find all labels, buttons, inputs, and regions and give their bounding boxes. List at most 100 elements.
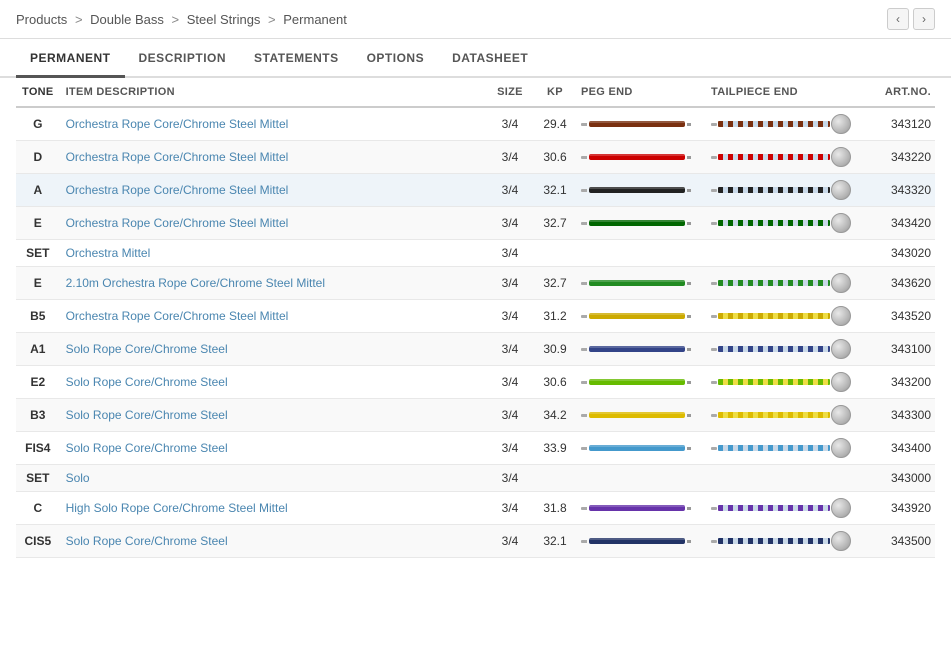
cell-tailpiece-end	[705, 207, 865, 240]
cell-description: Orchestra Rope Core/Chrome Steel Mittel	[60, 141, 485, 174]
prev-button[interactable]: ‹	[887, 8, 909, 30]
cell-tailpiece-end	[705, 366, 865, 399]
cell-description: Solo Rope Core/Chrome Steel	[60, 366, 485, 399]
table-header-row: TONE ITEM DESCRIPTION SIZE kp PEG END TA…	[16, 78, 935, 107]
next-button[interactable]: ›	[913, 8, 935, 30]
tab-permanent[interactable]: Permanent	[16, 41, 125, 78]
col-tailpiece-end: TAILPIECE END	[705, 78, 865, 107]
cell-artno: 343320	[865, 174, 935, 207]
cell-kp: 34.2	[535, 399, 575, 432]
cell-artno: 343020	[865, 240, 935, 267]
cell-tone: A	[16, 174, 60, 207]
cell-tailpiece-end	[705, 492, 865, 525]
table-row: A Orchestra Rope Core/Chrome Steel Mitte…	[16, 174, 935, 207]
cell-peg-end	[575, 366, 705, 399]
cell-tailpiece-end	[705, 141, 865, 174]
cell-size: 3/4	[485, 240, 535, 267]
breadcrumb-sep-1: >	[75, 12, 86, 27]
cell-description: Solo Rope Core/Chrome Steel	[60, 333, 485, 366]
products-table-container: TONE ITEM DESCRIPTION SIZE kp PEG END TA…	[0, 78, 951, 574]
cell-kp: 31.2	[535, 300, 575, 333]
breadcrumb-bar: Products > Double Bass > Steel Strings >…	[0, 0, 951, 39]
cell-tone: B3	[16, 399, 60, 432]
cell-peg-end	[575, 174, 705, 207]
cell-tone: D	[16, 141, 60, 174]
cell-kp: 30.9	[535, 333, 575, 366]
breadcrumb: Products > Double Bass > Steel Strings >…	[16, 12, 347, 27]
cell-description: 2.10m Orchestra Rope Core/Chrome Steel M…	[60, 267, 485, 300]
cell-size: 3/4	[485, 492, 535, 525]
cell-tone: SET	[16, 465, 60, 492]
cell-description: Orchestra Rope Core/Chrome Steel Mittel	[60, 207, 485, 240]
cell-peg-end	[575, 492, 705, 525]
breadcrumb-products[interactable]: Products	[16, 12, 67, 27]
cell-tailpiece-end	[705, 107, 865, 141]
breadcrumb-sep-2: >	[172, 12, 183, 27]
cell-size: 3/4	[485, 465, 535, 492]
cell-artno: 343500	[865, 525, 935, 558]
cell-tailpiece-end	[705, 174, 865, 207]
table-row: C High Solo Rope Core/Chrome Steel Mitte…	[16, 492, 935, 525]
cell-artno: 343920	[865, 492, 935, 525]
table-row: SET Orchestra Mittel 3/4 343020	[16, 240, 935, 267]
tab-description[interactable]: Description	[125, 41, 241, 78]
tabs-bar: Permanent Description Statements Options…	[0, 41, 951, 78]
cell-description: Orchestra Rope Core/Chrome Steel Mittel	[60, 174, 485, 207]
cell-tone: E	[16, 267, 60, 300]
cell-size: 3/4	[485, 300, 535, 333]
cell-peg-end	[575, 141, 705, 174]
cell-peg-end	[575, 333, 705, 366]
cell-tone: E	[16, 207, 60, 240]
breadcrumb-doublebass[interactable]: Double Bass	[90, 12, 164, 27]
cell-peg-end	[575, 267, 705, 300]
breadcrumb-sep-3: >	[268, 12, 279, 27]
breadcrumb-steelstrings[interactable]: Steel Strings	[187, 12, 261, 27]
cell-kp: 30.6	[535, 366, 575, 399]
cell-kp: 32.7	[535, 207, 575, 240]
cell-description: High Solo Rope Core/Chrome Steel Mittel	[60, 492, 485, 525]
col-tone: TONE	[16, 78, 60, 107]
cell-size: 3/4	[485, 333, 535, 366]
cell-size: 3/4	[485, 399, 535, 432]
cell-tailpiece-end	[705, 333, 865, 366]
cell-peg-end	[575, 399, 705, 432]
cell-tone: G	[16, 107, 60, 141]
tab-datasheet[interactable]: Datasheet	[438, 41, 542, 78]
cell-tone: SET	[16, 240, 60, 267]
cell-size: 3/4	[485, 366, 535, 399]
nav-arrows: ‹ ›	[887, 8, 935, 30]
cell-size: 3/4	[485, 267, 535, 300]
cell-kp: 31.8	[535, 492, 575, 525]
cell-size: 3/4	[485, 432, 535, 465]
breadcrumb-current: Permanent	[283, 12, 347, 27]
tab-options[interactable]: Options	[353, 41, 439, 78]
cell-tone: CIS5	[16, 525, 60, 558]
cell-peg-end	[575, 525, 705, 558]
cell-kp: 32.7	[535, 267, 575, 300]
cell-description: Solo	[60, 465, 485, 492]
cell-artno: 343400	[865, 432, 935, 465]
col-description: ITEM DESCRIPTION	[60, 78, 485, 107]
cell-tailpiece-end	[705, 399, 865, 432]
cell-artno: 343100	[865, 333, 935, 366]
tab-statements[interactable]: Statements	[240, 41, 353, 78]
cell-kp: 30.6	[535, 141, 575, 174]
table-row: B5 Orchestra Rope Core/Chrome Steel Mitt…	[16, 300, 935, 333]
cell-artno: 343420	[865, 207, 935, 240]
cell-tailpiece-end	[705, 465, 865, 492]
cell-artno: 343200	[865, 366, 935, 399]
col-artno: ART.NO.	[865, 78, 935, 107]
cell-kp	[535, 240, 575, 267]
cell-kp: 33.9	[535, 432, 575, 465]
cell-tailpiece-end	[705, 432, 865, 465]
cell-size: 3/4	[485, 207, 535, 240]
cell-tailpiece-end	[705, 267, 865, 300]
cell-peg-end	[575, 432, 705, 465]
cell-tailpiece-end	[705, 240, 865, 267]
cell-peg-end	[575, 207, 705, 240]
cell-description: Orchestra Rope Core/Chrome Steel Mittel	[60, 107, 485, 141]
cell-size: 3/4	[485, 174, 535, 207]
col-size: SIZE	[485, 78, 535, 107]
cell-size: 3/4	[485, 107, 535, 141]
cell-artno: 343520	[865, 300, 935, 333]
